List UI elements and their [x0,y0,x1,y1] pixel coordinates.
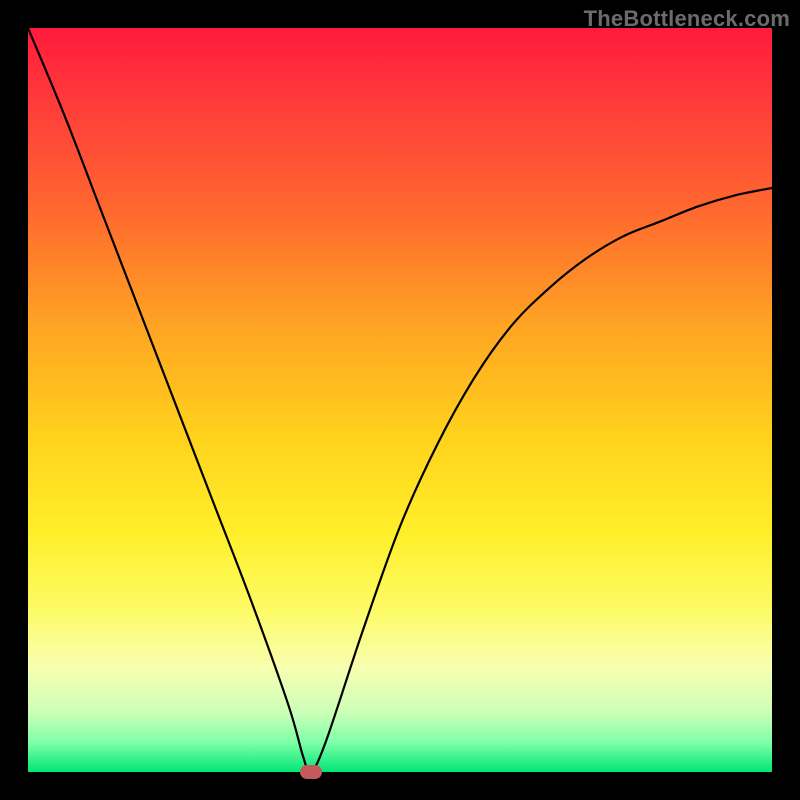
watermark-text: TheBottleneck.com [584,6,790,32]
bottleneck-curve-path [28,28,772,772]
chart-frame: TheBottleneck.com [0,0,800,800]
optimum-marker [300,765,322,779]
plot-area [28,28,772,772]
curve-svg [28,28,772,772]
